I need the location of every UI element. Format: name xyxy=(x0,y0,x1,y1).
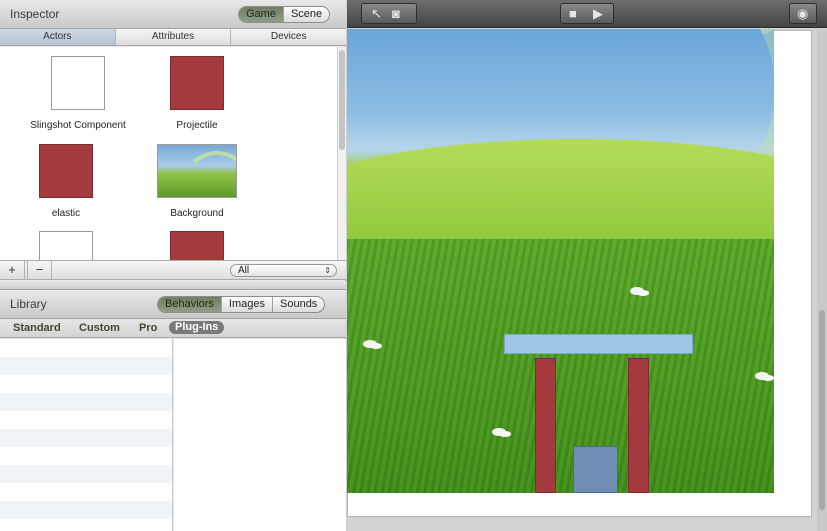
tab-custom[interactable]: Custom xyxy=(79,322,120,334)
flower xyxy=(492,428,506,436)
inspector-tabs: Actors Attributes Devices xyxy=(0,29,346,46)
actor-elastic[interactable]: elastic xyxy=(0,144,141,219)
sounds-button[interactable]: Sounds xyxy=(272,297,324,312)
view-toggle-icon[interactable]: ◉ xyxy=(797,7,808,20)
actor-filter-select[interactable]: All ⇕ xyxy=(230,264,337,277)
chevron-updown-icon: ⇕ xyxy=(324,266,331,275)
actors-scrollbar[interactable] xyxy=(337,47,346,260)
actor-projectile[interactable]: Projectile xyxy=(122,56,272,131)
actors-grid: Slingshot Component Projectile elastic B… xyxy=(0,47,346,260)
flower xyxy=(363,340,377,348)
filter-value: All xyxy=(238,265,250,276)
actor-label: elastic xyxy=(51,208,81,219)
scrollbar-knob[interactable] xyxy=(339,50,345,150)
remove-actor-button[interactable]: − xyxy=(27,261,52,280)
actor-label: Projectile xyxy=(176,120,218,131)
camera-icon[interactable]: ◙ xyxy=(392,7,400,20)
arrow-pointer-icon[interactable]: ↖ xyxy=(371,7,382,20)
box-actor[interactable] xyxy=(573,446,618,493)
tab-actors[interactable]: Actors xyxy=(0,29,115,45)
images-button[interactable]: Images xyxy=(220,297,272,312)
inspector-title: Inspector xyxy=(10,7,60,21)
add-actor-button[interactable]: + xyxy=(0,261,25,280)
background-grass xyxy=(347,239,774,493)
library-list[interactable] xyxy=(0,339,173,531)
actor-thumbnail xyxy=(51,56,105,110)
tab-plug-ins[interactable]: Plug-Ins xyxy=(169,321,225,334)
library-tabs: Standard Custom Pro Plug-Ins xyxy=(0,319,346,338)
actor-item[interactable] xyxy=(122,231,272,260)
tab-attributes[interactable]: Attributes xyxy=(114,29,231,45)
scrollbar-knob[interactable] xyxy=(819,310,825,510)
tab-pro[interactable]: Pro xyxy=(139,322,157,334)
actor-thumbnail xyxy=(170,231,224,260)
tab-devices[interactable]: Devices xyxy=(230,29,346,45)
actor-thumbnail xyxy=(39,231,93,260)
flower xyxy=(755,372,769,380)
behaviors-button[interactable]: Behaviors xyxy=(158,297,221,312)
actor-label: Background xyxy=(170,208,224,219)
flower xyxy=(630,287,644,295)
scene-mode-button[interactable]: Scene xyxy=(282,7,329,22)
play-icon[interactable]: ▶ xyxy=(593,7,603,20)
library-mode-toggle: Behaviors Images Sounds xyxy=(157,296,326,313)
inspector-mode-toggle: Game Scene xyxy=(238,6,331,23)
game-mode-button[interactable]: Game xyxy=(239,7,283,22)
actor-thumbnail xyxy=(39,144,93,198)
panel-splitter[interactable] xyxy=(0,281,346,290)
library-title: Library xyxy=(10,297,47,311)
tab-standard[interactable]: Standard xyxy=(13,322,61,334)
crossbeam-actor[interactable] xyxy=(504,334,693,354)
actor-toolbar: + − All ⇕ xyxy=(0,260,346,280)
actor-item[interactable] xyxy=(0,231,141,260)
actor-thumbnail xyxy=(157,144,237,198)
game-scene[interactable] xyxy=(347,29,774,493)
stage-toolbar: ↖ ◙ ■ ▶ ◉ xyxy=(347,0,827,28)
actor-background[interactable]: Background xyxy=(122,144,272,219)
right-pillar-actor[interactable] xyxy=(628,358,649,493)
actor-thumbnail xyxy=(170,56,224,110)
stage-panel: ↖ ◙ ■ ▶ ◉ xyxy=(347,0,827,531)
left-pillar-actor[interactable] xyxy=(535,358,556,493)
view-group: ◉ xyxy=(789,3,817,24)
tool-group: ↖ ◙ xyxy=(361,3,417,24)
playback-group: ■ ▶ xyxy=(560,3,614,24)
inspector-header: Inspector Game Scene xyxy=(0,0,346,29)
left-panel: Inspector Game Scene Actors Attributes D… xyxy=(0,0,346,531)
stop-icon[interactable]: ■ xyxy=(569,7,577,20)
library-detail xyxy=(174,339,346,531)
stage-scrollbar[interactable] xyxy=(817,30,827,531)
